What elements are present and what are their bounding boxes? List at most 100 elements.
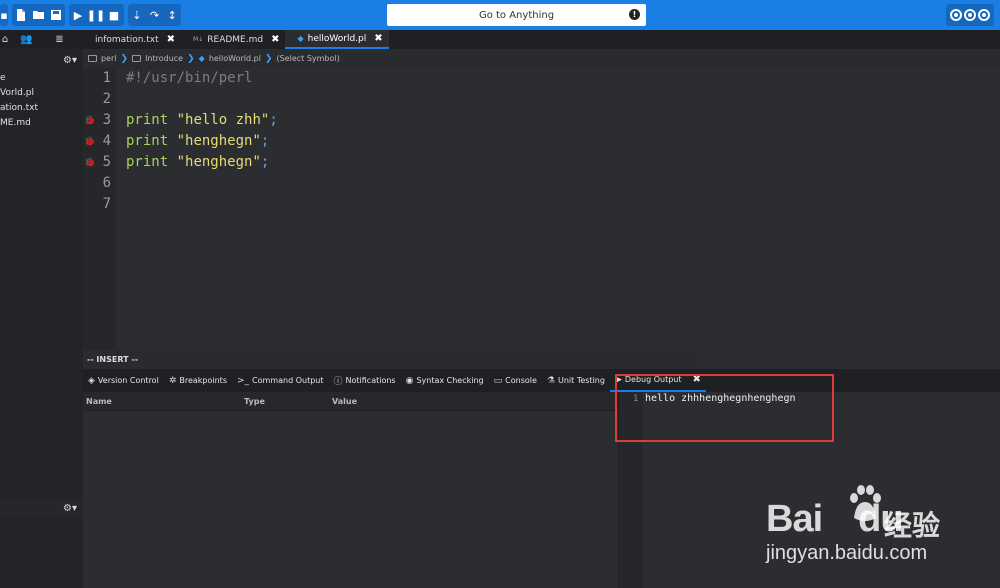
tab-label: Debug Output xyxy=(624,375,682,384)
step-out-icon[interactable]: ↕ xyxy=(163,4,181,26)
step-toolbar-group: ⇣ ↷ ↕ xyxy=(128,4,181,26)
code-string: "henghegn" xyxy=(176,154,261,170)
users-icon[interactable]: 👥 xyxy=(10,34,43,45)
tab-version-control[interactable]: ◈ Version Control xyxy=(83,369,164,392)
tab-command-output[interactable]: >_ Command Output xyxy=(232,369,329,392)
sidebar-settings-icon[interactable]: ⚙▾ xyxy=(0,49,83,71)
close-icon[interactable]: ✖ xyxy=(167,34,175,45)
tab-label: Version Control xyxy=(97,376,159,385)
open-folder-icon[interactable] xyxy=(30,4,48,26)
tab-unit-testing[interactable]: ⚗ Unit Testing xyxy=(542,369,610,392)
code-line: print "hello zhh"; xyxy=(126,112,278,128)
step-in-icon[interactable]: ⇣ xyxy=(128,4,146,26)
tab-helloworld-pl[interactable]: ◆ helloWorld.pl ✖ xyxy=(285,30,389,49)
go-to-anything-input[interactable]: Go to Anything ! xyxy=(387,4,646,26)
record-play-icon[interactable] xyxy=(978,9,990,21)
record-icon[interactable] xyxy=(950,9,962,21)
save-icon[interactable] xyxy=(47,4,65,26)
debug-toolbar-group: ▶ ❚❚ ■ xyxy=(69,4,124,26)
editor-tab-bar: infomation.txt ✖ M↓ README.md ✖ ◆ helloW… xyxy=(83,30,1000,49)
code-line-shebang: #!/usr/bin/perl xyxy=(126,70,253,86)
code-string: "hello zhh" xyxy=(176,112,270,128)
eye-icon: ◉ xyxy=(405,375,414,386)
tab-infomation-txt[interactable]: infomation.txt ✖ xyxy=(83,30,181,49)
close-icon[interactable]: ✖ xyxy=(271,34,279,45)
tab-label: Notifications xyxy=(345,376,396,385)
output-text: hello zhhhenghegnhenghegn xyxy=(645,393,796,404)
tab-breakpoints[interactable]: ✲ Breakpoints xyxy=(164,369,232,392)
tab-readme-md[interactable]: M↓ README.md ✖ xyxy=(181,30,285,49)
breadcrumb-item[interactable]: Introduce xyxy=(145,54,183,63)
database-icon[interactable]: ≣ xyxy=(43,34,76,45)
code-keyword: print xyxy=(126,112,169,128)
bug-icon: ✲ xyxy=(168,375,177,386)
chevron-right-icon: ❯ xyxy=(120,53,129,64)
tab-console[interactable]: ▭ Console xyxy=(489,369,542,392)
line-number: 7 xyxy=(102,196,111,212)
watermark-url: jingyan.baidu.com xyxy=(766,542,928,564)
file-toolbar-group xyxy=(12,4,65,26)
output-line-number: 1 xyxy=(633,394,639,404)
code-keyword: print xyxy=(126,154,169,170)
play-icon[interactable]: ▶ xyxy=(69,4,87,26)
variables-table: Name Type Value xyxy=(83,392,618,588)
close-icon[interactable]: ✖ xyxy=(693,374,701,385)
stop-icon[interactable]: ■ xyxy=(105,4,123,26)
go-to-anything-label: Go to Anything xyxy=(478,9,555,21)
pause-icon[interactable]: ❚❚ xyxy=(87,4,105,26)
tree-item[interactable]: ME.md xyxy=(0,116,83,131)
flask-icon: ⚗ xyxy=(546,375,555,386)
table-header: Name Type Value xyxy=(83,392,618,410)
code-string: "henghegn" xyxy=(176,133,261,149)
code-punct: ; xyxy=(260,154,270,170)
code-keyword: print xyxy=(126,133,169,149)
code-editor[interactable]: 1 2 🐞 3 🐞 4 🐞 5 6 7 #!/usr/bin/perl prin… xyxy=(83,68,1000,350)
tree-item[interactable]: e xyxy=(0,71,83,86)
column-header-value[interactable]: Value xyxy=(332,397,357,406)
toolbar-group-left-edge: ▪ xyxy=(0,4,8,26)
tab-label: Breakpoints xyxy=(179,376,227,385)
code-line: print "henghegn"; xyxy=(126,154,269,170)
tab-label: infomation.txt xyxy=(95,34,159,45)
perl-file-icon: ◆ xyxy=(198,54,205,63)
new-file-icon[interactable] xyxy=(12,4,30,26)
home-icon[interactable]: ⌂ xyxy=(0,34,10,45)
tree-item[interactable]: Vorld.pl xyxy=(0,86,83,101)
info-icon: ⓘ xyxy=(333,377,343,387)
record-toolbar-group xyxy=(946,4,994,26)
tab-label: README.md xyxy=(207,34,264,45)
line-number: 2 xyxy=(102,91,111,107)
breadcrumb: perl ❯ Introduce ❯ ◆ helloWorld.pl ❯ (Se… xyxy=(83,49,1000,68)
line-number: 1 xyxy=(102,70,111,86)
warning-icon[interactable]: ! xyxy=(629,9,640,20)
left-sidebar: ⌂ 👥 ≣ ⚙▾ e Vorld.pl ation.txt ME.md ⚙▾ xyxy=(0,30,83,588)
symbol-selector[interactable]: (Select Symbol) xyxy=(276,54,339,63)
tab-label: helloWorld.pl xyxy=(307,33,367,44)
tab-notifications[interactable]: ⓘ Notifications xyxy=(329,369,401,392)
folder-icon xyxy=(132,55,142,62)
breadcrumb-item[interactable]: perl xyxy=(101,54,117,63)
divider xyxy=(83,410,618,411)
close-icon[interactable]: ✖ xyxy=(374,33,382,44)
line-number: 3 xyxy=(102,112,111,128)
watermark-brand: Bai du xyxy=(766,498,904,540)
record-stop-icon[interactable] xyxy=(964,9,976,21)
step-over-icon[interactable]: ↷ xyxy=(146,4,164,26)
menu-icon[interactable]: ▪ xyxy=(0,4,8,26)
tab-label: Console xyxy=(505,376,537,385)
tab-syntax-checking[interactable]: ◉ Syntax Checking xyxy=(401,369,489,392)
sidebar-bottom-settings-icon[interactable]: ⚙▾ xyxy=(0,499,83,517)
column-header-name[interactable]: Name xyxy=(86,397,112,406)
editor-mode-status: -- INSERT -- xyxy=(83,350,702,369)
tab-debug-output[interactable]: ▶ Debug Output ✖ xyxy=(609,369,706,392)
bottom-panel-tabs: ◈ Version Control ✲ Breakpoints >_ Comma… xyxy=(83,369,1000,392)
tab-label: Syntax Checking xyxy=(416,376,484,385)
line-number: 5 xyxy=(102,154,111,170)
folder-icon xyxy=(88,55,97,62)
breadcrumb-item[interactable]: helloWorld.pl xyxy=(209,54,261,63)
code-punct: ; xyxy=(269,112,278,128)
terminal-icon: >_ xyxy=(237,375,250,386)
tree-item[interactable]: ation.txt xyxy=(0,101,83,116)
sidebar-tabs: ⌂ 👥 ≣ xyxy=(0,30,83,49)
column-header-type[interactable]: Type xyxy=(244,397,265,406)
